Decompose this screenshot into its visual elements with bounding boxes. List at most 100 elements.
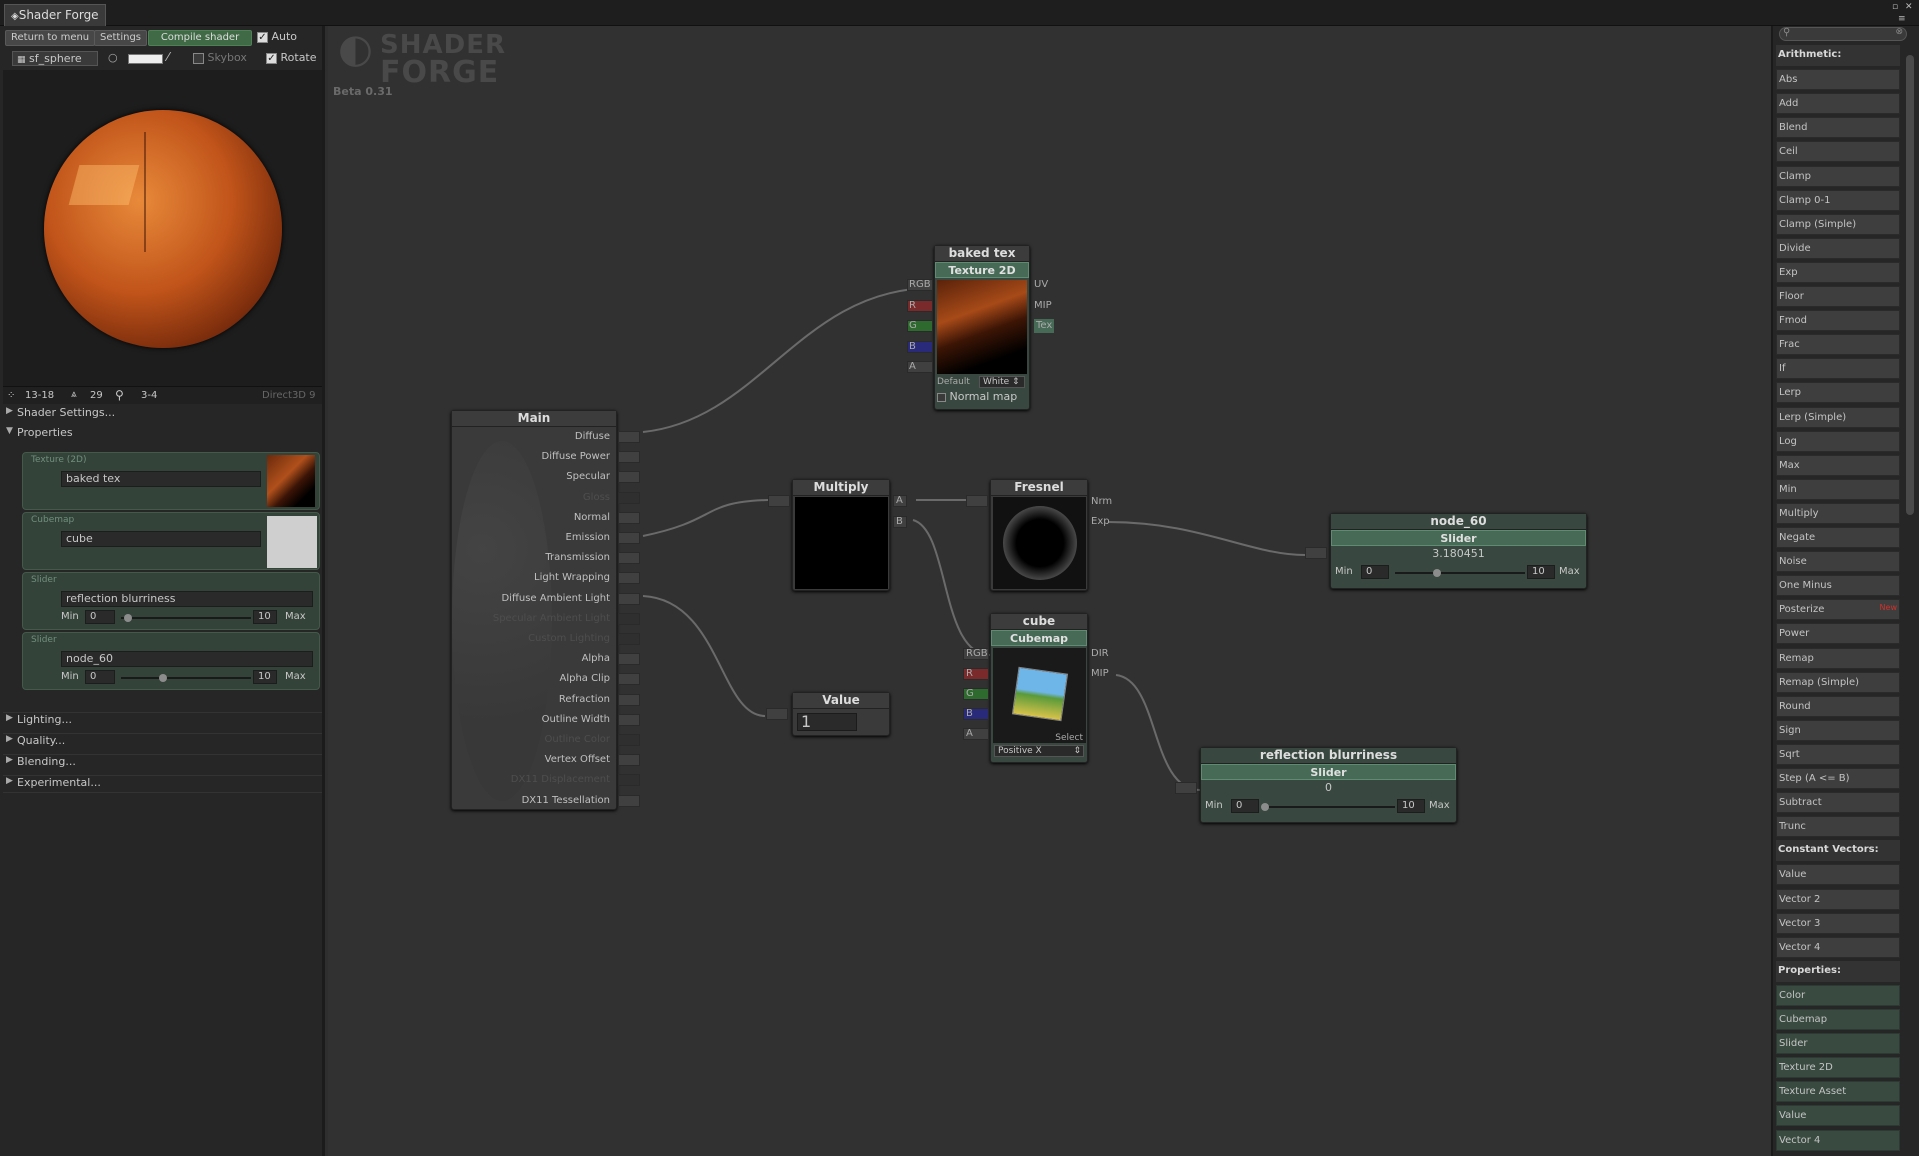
main-input-port[interactable] (618, 693, 640, 706)
main-input-port[interactable] (618, 491, 640, 504)
node-list-item[interactable]: Fmod (1776, 310, 1900, 332)
multiply-output-port[interactable] (768, 495, 790, 507)
slider-track[interactable] (1395, 572, 1525, 574)
multiply-node[interactable]: Multiply (792, 479, 890, 591)
fresnel-output-port[interactable] (966, 495, 988, 507)
wire-multiply-emission (642, 499, 769, 537)
node-list-item[interactable]: Posterize New (1776, 599, 1900, 621)
node-list-item[interactable]: Vector 4 (1776, 1129, 1900, 1151)
cubemap-input-port[interactable]: MIP (1091, 667, 1109, 681)
main-input-port[interactable] (618, 754, 640, 767)
main-input-port[interactable] (618, 734, 640, 746)
clear-icon[interactable]: ⊗ (1895, 27, 1903, 37)
select-label[interactable]: Select (1055, 733, 1083, 743)
node-list-item[interactable]: Add (1776, 93, 1900, 115)
max-field[interactable]: 10 (1397, 799, 1425, 813)
node-list-item[interactable]: Clamp 0-1 (1776, 189, 1900, 211)
reflection-blurriness-node[interactable]: reflection blurriness Slider 0 Min 0 10 … (1200, 747, 1457, 823)
main-input-port[interactable] (618, 774, 640, 787)
node-list-item[interactable]: Log (1776, 430, 1900, 452)
slider-handle[interactable] (1432, 569, 1441, 577)
fresnel-node[interactable]: Fresnel (990, 479, 1088, 591)
port-label: Exp (1091, 516, 1110, 527)
node60-output-port[interactable] (1305, 547, 1327, 559)
baked-tex-node[interactable]: baked tex Texture 2D Default White ⇕ Nor… (934, 245, 1030, 410)
node-list-item[interactable]: Clamp (Simple) (1776, 213, 1900, 235)
min-field[interactable]: 0 (1231, 799, 1259, 813)
node-list-item[interactable]: Value (1776, 864, 1900, 886)
main-input-port[interactable] (618, 511, 640, 524)
node-list-item[interactable]: Max (1776, 454, 1900, 476)
node-list-item[interactable]: Floor (1776, 286, 1900, 307)
value-output-port[interactable] (766, 708, 788, 720)
node-list-item[interactable]: Sqrt (1776, 743, 1900, 765)
main-input-port[interactable] (618, 794, 640, 807)
refl-output-port[interactable] (1175, 782, 1197, 794)
main-input-port[interactable] (618, 592, 640, 605)
node-list-item[interactable]: Vector 4 (1776, 936, 1900, 958)
slider-track[interactable] (1265, 806, 1395, 808)
main-input-port[interactable] (618, 612, 640, 625)
main-input-port[interactable] (618, 431, 640, 443)
node-list-item[interactable]: Slider (1776, 1033, 1900, 1055)
node-list-item[interactable]: Frac (1776, 334, 1900, 356)
cube-node[interactable]: cube Cubemap Select Positive X ⇕ (990, 613, 1088, 763)
node-list-item[interactable]: Clamp (1776, 165, 1900, 187)
node-list-item[interactable]: Abs (1776, 69, 1900, 91)
node-list-item[interactable]: If (1776, 358, 1900, 380)
node-list-item[interactable]: Remap (1776, 647, 1900, 669)
node-list-item[interactable]: Lerp (Simple) (1776, 406, 1900, 428)
node-list-item[interactable]: Exp (1776, 261, 1900, 283)
texture-input-port[interactable]: Tex (1034, 319, 1055, 333)
min-field[interactable]: 0 (1361, 565, 1389, 579)
node-list-item[interactable]: Multiply (1776, 502, 1900, 524)
node-list-item[interactable]: Value (1776, 1105, 1900, 1127)
node-list-item[interactable]: Color (1776, 984, 1900, 1006)
node-list-item[interactable]: Step (A <= B) (1776, 768, 1900, 789)
max-field[interactable]: 10 (1527, 565, 1555, 579)
main-input-port[interactable] (618, 552, 640, 565)
main-input-port[interactable] (618, 532, 640, 544)
node-list-item[interactable]: Power (1776, 623, 1900, 645)
node-search-input[interactable]: ⚲ ⊗ (1779, 27, 1907, 41)
node-list-item[interactable]: Negate (1776, 527, 1900, 548)
slider-handle[interactable] (1261, 803, 1269, 811)
port-label: B (966, 708, 973, 719)
node-list-item[interactable]: Noise (1776, 551, 1900, 573)
node-list-item[interactable]: Texture Asset (1776, 1081, 1900, 1103)
main-input-port[interactable] (618, 451, 640, 464)
main-node[interactable]: Main Diffuse Diffuse Power Specular Gloss No… (451, 410, 617, 810)
default-dropdown[interactable]: White ⇕ (979, 376, 1025, 388)
value-field[interactable]: 1 (797, 713, 857, 731)
node-category-header: Constant Vectors: (1776, 840, 1900, 862)
node-list-item[interactable]: Remap (Simple) (1776, 671, 1900, 693)
node-list-item[interactable]: Min (1776, 478, 1900, 500)
node-list-item[interactable]: Vector 2 (1776, 888, 1900, 910)
node-list-item[interactable]: Lerp (1776, 382, 1900, 404)
value-node[interactable]: Value 1 (792, 692, 890, 736)
main-input-port[interactable] (618, 713, 640, 726)
main-input-port[interactable] (618, 572, 640, 585)
node-list-item[interactable]: Blend (1776, 117, 1900, 139)
main-input-port[interactable] (618, 673, 640, 686)
main-input-port[interactable] (618, 653, 640, 666)
face-dropdown[interactable]: Positive X ⇕ (994, 745, 1084, 757)
node-list-item[interactable]: One Minus (1776, 575, 1900, 597)
texture-input-port[interactable]: MIP (1034, 299, 1052, 313)
node-list-scrollbar[interactable] (1906, 55, 1914, 515)
node-list-item[interactable]: Round (1776, 695, 1900, 717)
main-input-port[interactable] (618, 471, 640, 484)
node-list-item[interactable]: Sign (1776, 719, 1900, 741)
node-list-item[interactable]: Texture 2D (1776, 1057, 1900, 1079)
node-list-item[interactable]: Vector 3 (1776, 912, 1900, 934)
normal-map-toggle[interactable]: Normal map (937, 390, 1017, 403)
node-list-item[interactable]: Ceil (1776, 141, 1900, 163)
node-list-item[interactable]: Cubemap (1776, 1009, 1900, 1030)
node-list-item[interactable]: Subtract (1776, 792, 1900, 814)
node-list-item[interactable]: Divide (1776, 237, 1900, 259)
texture-input-port[interactable]: UV (1034, 278, 1048, 292)
node-list-item[interactable]: Trunc (1776, 816, 1900, 838)
main-input-port[interactable] (618, 633, 640, 645)
cubemap-input-port[interactable]: DIR (1091, 647, 1109, 661)
node60-slider-node[interactable]: node_60 Slider 3.180451 Min 0 10 Max (1330, 513, 1587, 589)
